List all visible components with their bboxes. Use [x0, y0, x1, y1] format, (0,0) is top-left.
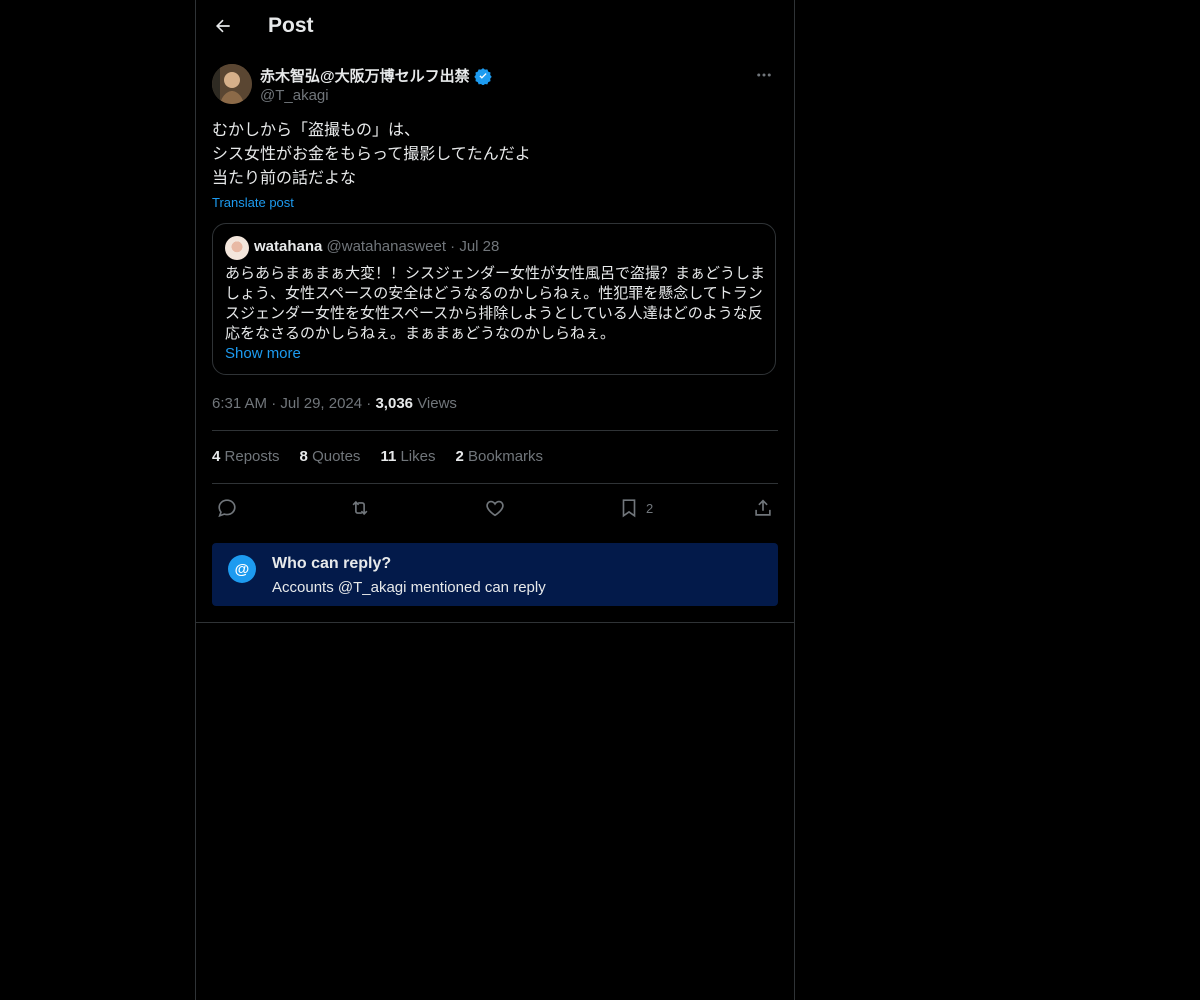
stat-likes[interactable]: 11 Likes [380, 448, 435, 465]
who-can-reply-subtitle: Accounts @T_akagi mentioned can reply [272, 579, 546, 596]
meta-separator-2: · [366, 395, 372, 412]
page-header: Post [196, 0, 794, 54]
action-bar: 2 [212, 494, 778, 522]
back-button[interactable] [210, 13, 236, 39]
quoted-post-header: watahana @watahanasweet · Jul 28 [254, 238, 499, 255]
post-stats: 4 Reposts 8 Quotes 11 Likes 2 Bookmarks [212, 448, 543, 465]
quoted-post[interactable]: watahana @watahanasweet · Jul 28 あらあらまぁま… [212, 223, 776, 375]
author-handle[interactable]: @T_akagi [260, 87, 329, 104]
stat-label: Bookmarks [468, 448, 544, 465]
author-name-text: 赤木智弘@大阪万博セルフ出禁 [260, 68, 470, 85]
post-date[interactable]: Jul 29, 2024 [280, 395, 362, 412]
stat-label: Likes [400, 448, 436, 465]
quoted-author-avatar [225, 236, 249, 260]
repost-icon [352, 500, 368, 516]
author-avatar[interactable] [212, 64, 252, 104]
bookmark-icon [622, 499, 636, 518]
like-icon [486, 500, 504, 517]
quoted-author-handle: @watahanasweet [326, 238, 446, 255]
divider [212, 483, 778, 484]
stat-bookmarks[interactable]: 2 Bookmarks [456, 448, 544, 465]
like-button[interactable] [484, 494, 506, 522]
share-button[interactable] [752, 494, 774, 522]
quoted-author-name: watahana [254, 238, 323, 255]
show-more-link[interactable]: Show more [225, 345, 301, 362]
author-name[interactable]: 赤木智弘@大阪万博セルフ出禁 [260, 65, 492, 86]
views-label: Views [417, 395, 457, 412]
main-column: Post 赤木智弘@大阪万博セルフ出禁 @T_akagi むかしから「盗撮もの」… [195, 0, 795, 1000]
stat-count: 8 [299, 448, 308, 465]
post-bottom-border [196, 622, 794, 623]
verified-badge-icon [473, 67, 492, 85]
who-can-reply-notice: @ Who can reply? Accounts @T_akagi menti… [212, 543, 778, 606]
more-icon [757, 73, 771, 77]
quoted-post-text: あらあらまぁまぁ大変！！シスジェンダー女性が女性風呂で盗撮？まぁどうしましょう、… [225, 265, 766, 342]
divider [212, 430, 778, 431]
more-options-button[interactable] [750, 64, 778, 86]
stat-count: 2 [455, 448, 464, 465]
bookmark-count: 2 [646, 500, 654, 516]
bookmark-button[interactable]: 2 [618, 494, 653, 522]
who-can-reply-title: Who can reply? [272, 555, 392, 572]
stat-label: Quotes [312, 448, 361, 465]
views-count: 3,036 [375, 395, 414, 412]
stat-count: 4 [212, 448, 221, 465]
post-time[interactable]: 6:31 AM [212, 395, 267, 412]
reply-button[interactable] [216, 494, 238, 522]
stat-quotes[interactable]: 8 Quotes [300, 448, 361, 465]
share-icon [755, 499, 771, 516]
quoted-separator: · [450, 238, 456, 255]
reply-icon [218, 499, 236, 518]
repost-button[interactable] [349, 494, 371, 522]
at-sign-icon: @ [228, 555, 256, 583]
meta-separator: · [271, 395, 277, 412]
page-title: Post [268, 14, 314, 37]
back-arrow-icon [216, 19, 230, 33]
translate-post-link[interactable]: Translate post [212, 195, 294, 210]
quoted-post-date: Jul 28 [459, 238, 500, 255]
stat-count: 11 [380, 448, 397, 465]
post-meta: 6:31 AM · Jul 29, 2024 · 3,036 Views [212, 395, 457, 412]
avatar-image [212, 64, 252, 104]
stat-label: Reposts [224, 448, 280, 465]
post-text: むかしから「盗撮もの」は、 シス女性がお金をもらって撮影してたんだよ 当たり前の… [212, 122, 531, 187]
stat-reposts[interactable]: 4 Reposts [212, 448, 280, 465]
